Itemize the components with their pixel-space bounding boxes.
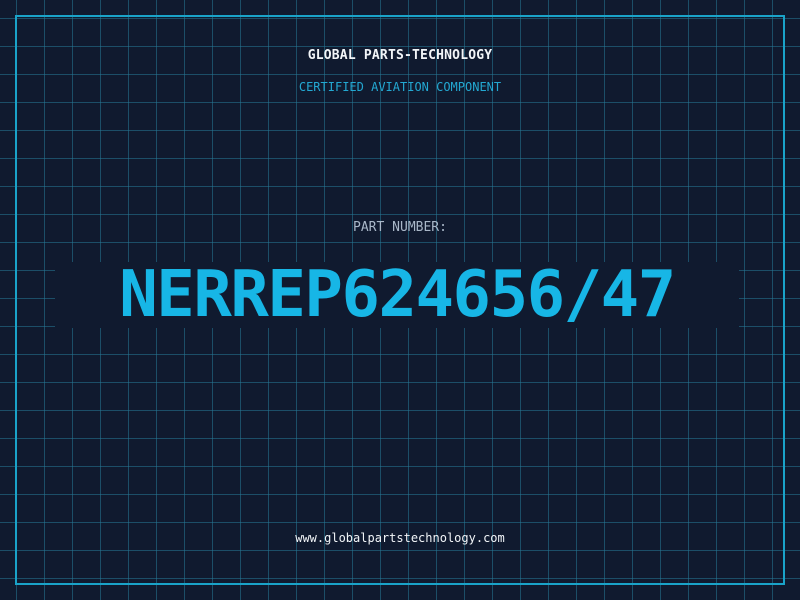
part-number-panel: NERREP624656/47	[55, 262, 739, 328]
part-number-value: NERREP624656/47	[119, 258, 676, 332]
part-label-card: GLOBAL PARTS-TECHNOLOGY CERTIFIED AVIATI…	[0, 0, 800, 600]
company-name: GLOBAL PARTS-TECHNOLOGY	[307, 48, 493, 63]
website-link[interactable]: www.globalpartstechnology.com	[0, 531, 800, 545]
certification-subtitle: CERTIFIED AVIATION COMPONENT	[298, 80, 502, 94]
part-number-label: PART NUMBER:	[353, 220, 447, 235]
